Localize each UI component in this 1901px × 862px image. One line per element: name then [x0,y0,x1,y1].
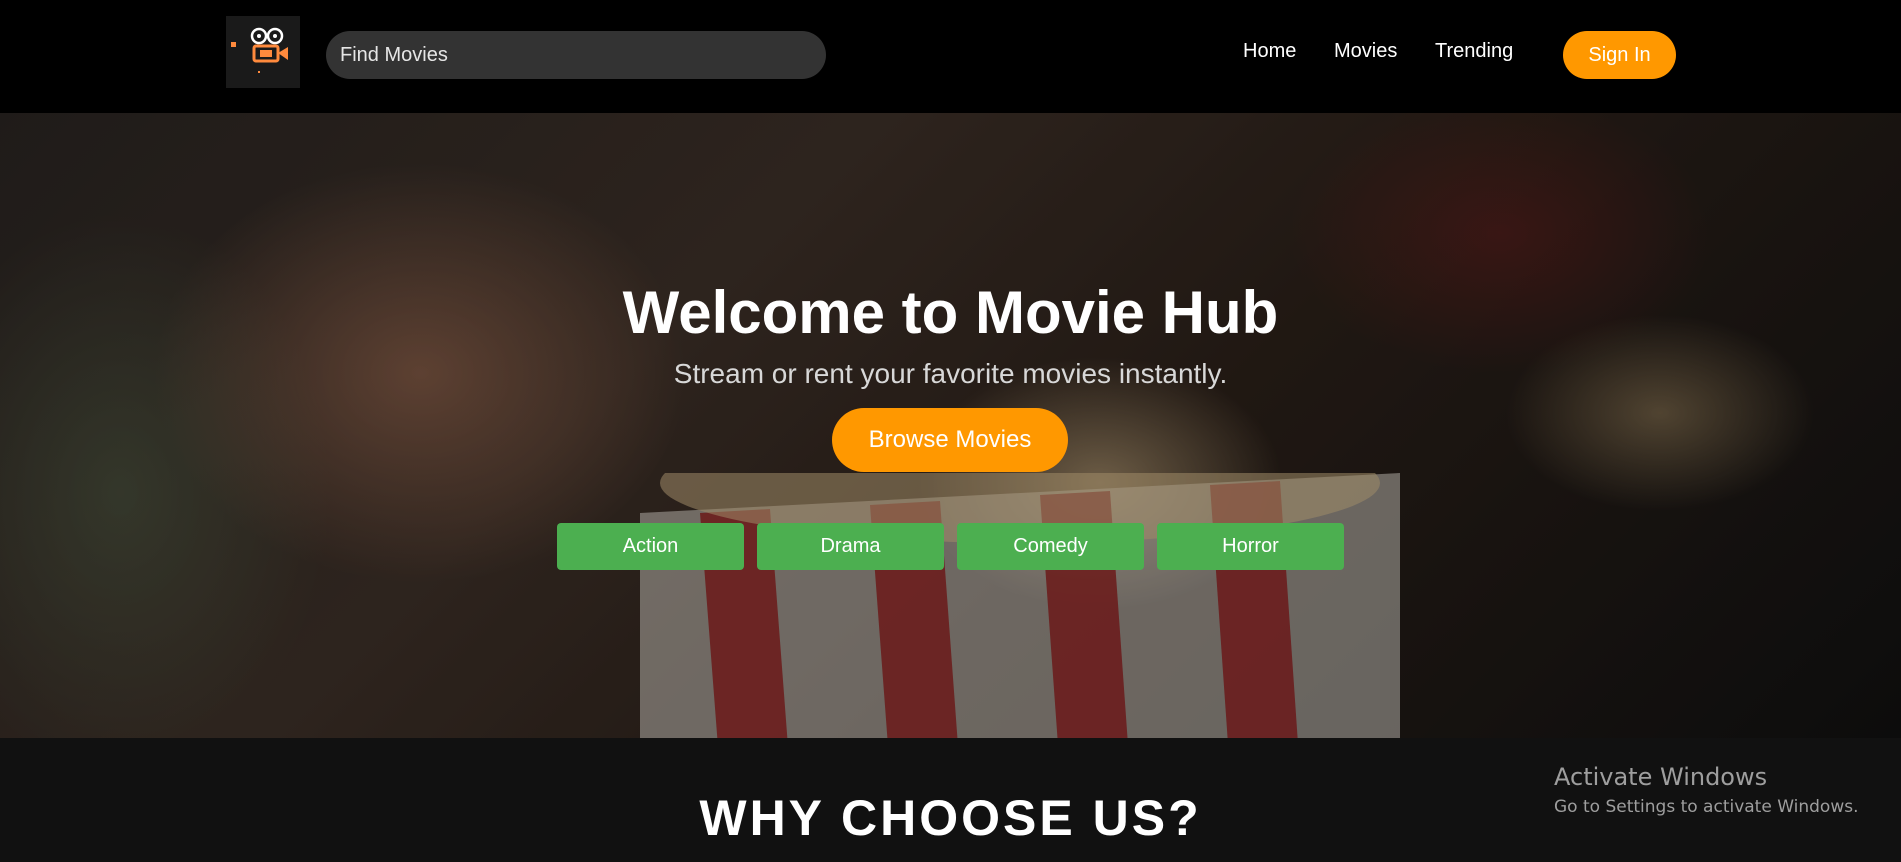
browse-movies-button[interactable]: Browse Movies [832,408,1068,472]
genre-action-button[interactable]: Action [557,523,744,570]
hero-subtitle: Stream or rent your favorite movies inst… [673,358,1228,389]
site-header: Home Movies Trending Sign In [0,0,1901,113]
genre-drama-button[interactable]: Drama [757,523,944,570]
nav-movies[interactable]: Movies [1334,40,1397,63]
hero-title: Welcome to Movie Hub [622,279,1279,346]
movie-camera-icon [231,27,288,73]
genre-horror-button[interactable]: Horror [1157,523,1344,570]
genre-comedy-button[interactable]: Comedy [957,523,1144,570]
nav-trending[interactable]: Trending [1435,40,1513,63]
search-input[interactable] [326,31,826,79]
activate-windows-title: Activate Windows [1554,763,1768,791]
activate-windows-subtitle: Go to Settings to activate Windows. [1554,797,1859,817]
nav-home[interactable]: Home [1243,40,1296,63]
logo[interactable] [226,16,300,88]
sign-in-button[interactable]: Sign In [1563,31,1676,79]
hero-section: Welcome to Movie Hub Stream or rent your… [0,113,1901,738]
